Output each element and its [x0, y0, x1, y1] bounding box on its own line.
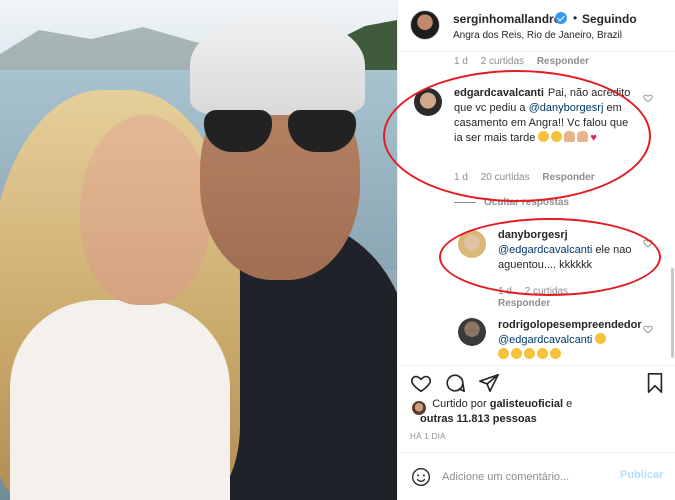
- comment-username[interactable]: edgardcavalcanti: [454, 87, 544, 99]
- reply-button[interactable]: Responder: [542, 172, 594, 183]
- reply-body: danyborgesrj @edgardcavalcanti ele nao a…: [498, 228, 648, 273]
- likes-middle: e: [563, 398, 573, 410]
- comments-list[interactable]: 1 d 2 curtidas Responder edgardcavalcant…: [398, 53, 675, 365]
- laughing-emoji-icon: [595, 333, 607, 344]
- reply-avatar[interactable]: [458, 318, 486, 346]
- liked-by-user[interactable]: galisteuoficial: [490, 398, 563, 410]
- author-avatar[interactable]: [410, 10, 440, 40]
- post-location[interactable]: Angra dos Reis, Rio de Janeiro, Brazil: [453, 30, 622, 41]
- grinning-emoji-icon: [538, 131, 550, 142]
- like-reply-heart-icon[interactable]: [643, 238, 653, 248]
- laughing-emoji-icon: [524, 348, 535, 359]
- laughing-emoji-icon: [537, 348, 548, 359]
- add-comment-bar: Publicar: [398, 452, 675, 500]
- likes-others[interactable]: outras 11.813 pessoas: [420, 413, 537, 425]
- emoji-smile-icon[interactable]: [411, 467, 431, 487]
- praying-hands-icon: [564, 131, 576, 142]
- comment-time: 1 d: [454, 56, 468, 67]
- photo-man-cap: [190, 15, 365, 115]
- likes-prefix: Curtido por: [432, 398, 490, 410]
- following-button[interactable]: Seguindo: [582, 12, 637, 26]
- comment-likes[interactable]: 2 curtidas: [481, 56, 524, 67]
- comment-mention[interactable]: @danyborgesrj: [529, 102, 604, 114]
- comment-meta: 1 d 20 curtidas Responder: [454, 172, 605, 183]
- post-photo[interactable]: [0, 0, 397, 500]
- post-header: serginhomallandro • Seguindo Angra dos R…: [398, 0, 675, 52]
- reply-mention[interactable]: @edgardcavalcanti: [498, 334, 592, 346]
- post-side-panel: serginhomallandro • Seguindo Angra dos R…: [397, 0, 675, 500]
- likes-summary: Curtido por galisteuoficial e outras 11.…: [420, 397, 660, 427]
- reply-username[interactable]: rodrigolopesempreendedor: [498, 318, 648, 333]
- reply-button[interactable]: Responder: [537, 56, 589, 67]
- comment-avatar[interactable]: [414, 88, 442, 116]
- red-heart-icon: ♥: [590, 132, 597, 144]
- header-separator: •: [573, 11, 578, 25]
- laughing-emoji-icon: [550, 348, 561, 359]
- photo-woman-face: [80, 115, 210, 305]
- previous-comment-meta: 1 d 2 curtidas Responder: [454, 56, 599, 67]
- reply-time: 1 d: [498, 286, 512, 297]
- reply-meta-2: Responder: [498, 298, 560, 309]
- comment-input[interactable]: [442, 467, 612, 487]
- post-actions-bar: [398, 365, 675, 397]
- reply-body: rodrigolopesempreendedor @edgardcavalcan…: [498, 318, 648, 363]
- reply-likes[interactable]: 2 curtidas: [525, 286, 568, 297]
- laughing-emoji-icon: [511, 348, 522, 359]
- save-bookmark-icon[interactable]: [644, 372, 666, 394]
- like-reply-heart-icon[interactable]: [643, 324, 653, 334]
- comments-scrollbar[interactable]: [671, 268, 674, 358]
- verified-badge-icon: [555, 12, 567, 24]
- toggle-replies-label: Ocultar respostas: [484, 197, 570, 208]
- reply-username[interactable]: danyborgesrj: [498, 228, 648, 243]
- like-comment-heart-icon[interactable]: [643, 93, 653, 103]
- praying-hands-icon: [577, 131, 589, 142]
- reply-mention[interactable]: @edgardcavalcanti: [498, 244, 592, 256]
- photo-man-sunglasses: [200, 110, 360, 155]
- grinning-emoji-icon: [551, 131, 563, 142]
- photo-woman-shirt: [10, 300, 230, 500]
- reply-avatar[interactable]: [458, 230, 486, 258]
- replies-divider: [454, 201, 476, 203]
- author-username[interactable]: serginhomallandro: [453, 12, 561, 26]
- reply-meta: 1 d 2 curtidas: [498, 286, 578, 297]
- post-timestamp[interactable]: HÁ 1 DIA: [410, 432, 446, 441]
- like-heart-icon[interactable]: [410, 372, 432, 394]
- reply-button[interactable]: Responder: [498, 298, 550, 309]
- comment-likes[interactable]: 20 curtidas: [481, 172, 530, 183]
- comment-body: edgardcavalcanti Pai, não acredito que vc…: [454, 86, 639, 146]
- share-paper-plane-icon[interactable]: [478, 372, 500, 394]
- comment-bubble-icon[interactable]: [444, 372, 466, 394]
- publish-button[interactable]: Publicar: [620, 469, 663, 481]
- laughing-emoji-icon: [498, 348, 509, 359]
- toggle-replies-button[interactable]: Ocultar respostas: [454, 197, 569, 208]
- comment-time: 1 d: [454, 172, 468, 183]
